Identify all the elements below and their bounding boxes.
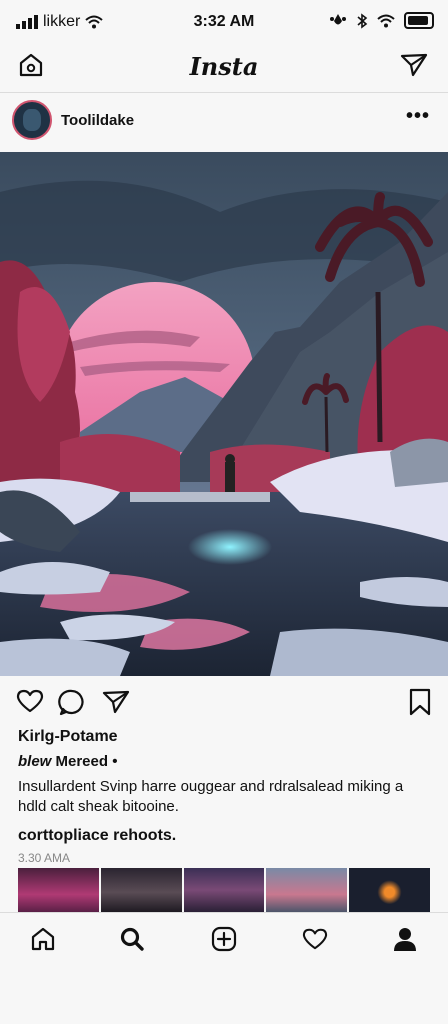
thumbnail[interactable] [266, 868, 348, 912]
post-caption: Insullardent Svinp harre ouggear and rdr… [18, 778, 404, 815]
send-icon[interactable] [400, 52, 428, 78]
heart-icon[interactable] [300, 925, 330, 953]
thumbnail[interactable] [183, 868, 265, 912]
bottom-nav [0, 912, 448, 965]
likes-rest: Mereed • [51, 753, 118, 770]
app-logo[interactable]: Insta [0, 52, 448, 81]
bookmark-icon[interactable] [408, 688, 432, 716]
comment-bubble-icon[interactable] [58, 688, 86, 716]
post-timestamp: 3.30 AMA [18, 851, 71, 865]
status-bar: likker 3:32 AM [0, 0, 448, 44]
top-nav: Insta [0, 44, 448, 93]
thumbnail[interactable] [100, 868, 182, 912]
add-post-icon[interactable] [209, 925, 239, 953]
home-icon[interactable] [28, 925, 58, 953]
status-right [329, 12, 434, 29]
thumbnail[interactable] [18, 868, 99, 912]
post-image[interactable] [0, 152, 448, 676]
post-username[interactable]: Toolildake [61, 112, 134, 129]
wifi-icon [377, 14, 395, 28]
likes-line: blew Mereed • [18, 753, 117, 770]
more-options-icon[interactable]: ••• [406, 105, 430, 128]
thumbnail[interactable] [349, 868, 430, 912]
likes-prefix: blew [18, 753, 52, 770]
profile-icon[interactable] [390, 925, 420, 953]
thumbnail-strip [18, 868, 430, 912]
view-comments-link[interactable]: corttopliace rehoots. [18, 827, 176, 845]
battery-icon [404, 12, 434, 29]
avatar[interactable] [12, 100, 52, 140]
bluetooth-icon [356, 12, 368, 29]
like-heart-icon[interactable] [16, 688, 44, 714]
share-send-icon[interactable] [102, 689, 130, 715]
caption-name[interactable]: Kirlg-Potame [18, 728, 118, 746]
search-icon[interactable] [117, 925, 147, 953]
location-icon [329, 13, 347, 29]
